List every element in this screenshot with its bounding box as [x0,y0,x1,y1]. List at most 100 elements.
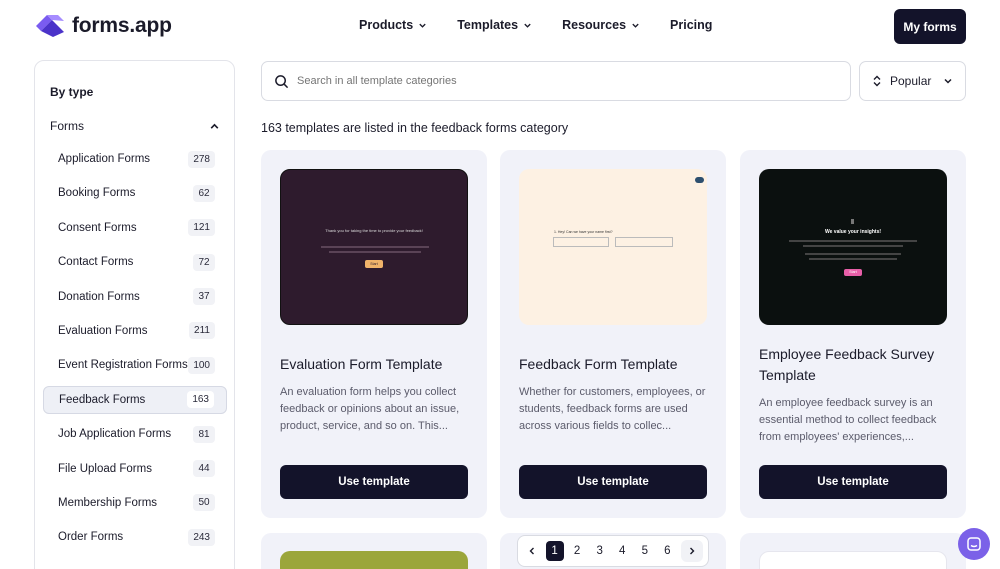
template-preview-image: We value your insights! Start [759,169,947,325]
nav-resources[interactable]: Resources [562,18,640,32]
template-preview-image: 1. Hey! Can we have your name first? [519,169,707,325]
sort-icon [873,75,881,87]
chat-icon [967,537,981,551]
template-description: An employee feedback survey is an essent… [759,397,937,443]
preview-line [809,258,897,260]
preview-heading: We value your insights! [824,229,882,235]
sidebar-item-label: Contact Forms [58,256,134,269]
sidebar-item-order-forms[interactable]: Order Forms 243 [43,523,227,551]
page-3-button[interactable]: 3 [591,541,609,561]
my-forms-button[interactable]: My forms [894,9,966,44]
template-description: An evaluation form helps you collect fee… [280,386,460,432]
logo[interactable]: forms.app [34,12,172,40]
category-sidebar: By type Forms Application Forms 278 Booki… [34,60,235,569]
chat-launcher-button[interactable] [958,528,990,560]
use-template-button[interactable]: Use template [280,465,468,499]
sidebar-item-event-registration-forms[interactable]: Event Registration Forms 100 [43,351,227,379]
template-card[interactable]: 1. Hey! Can we have your name first? Fee… [500,150,726,518]
template-card[interactable] [261,533,487,569]
template-card[interactable]: We value your insights! Start Employee F… [740,150,966,518]
sidebar-item-label: Event Registration Forms [58,359,188,372]
preview-start-button: Start [365,260,383,268]
template-count-text: 163 templates are listed in the feedback… [261,121,569,135]
nav-pricing-label: Pricing [670,18,713,32]
sidebar-item-label: Order Forms [58,531,124,544]
template-title: Evaluation Form Template [280,356,443,372]
chevron-down-icon [419,23,426,28]
page-6-button[interactable]: 6 [658,541,676,561]
search-bar[interactable] [261,61,851,101]
by-type-heading: By type [50,85,94,99]
sidebar-item-donation-forms[interactable]: Donation Forms 37 [43,283,227,311]
chevron-left-icon [529,547,534,555]
sidebar-item-contact-forms[interactable]: Contact Forms 72 [43,248,227,276]
page-4-button[interactable]: 4 [613,541,631,561]
sidebar-item-count: 163 [187,391,214,409]
chevron-right-icon [689,547,695,555]
sidebar-item-count: 100 [188,356,215,374]
sidebar-item-file-upload-forms[interactable]: File Upload Forms 44 [43,455,227,483]
template-card[interactable] [740,533,966,569]
toggle-icon [695,177,704,183]
template-card[interactable]: Thank you for taking the time to provide… [261,150,487,518]
sidebar-item-job-application-forms[interactable]: Job Application Forms 81 [43,420,227,448]
nav-resources-label: Resources [562,18,627,32]
sidebar-item-label: Job Application Forms [58,428,172,441]
main-nav: Products Templates Resources Pricing [359,18,742,32]
sidebar-item-feedback-forms[interactable]: Feedback Forms 163 [43,385,227,414]
page-5-button[interactable]: 5 [636,541,654,561]
nav-templates[interactable]: Templates [457,18,532,32]
page-1-button[interactable]: 1 [545,541,564,561]
sidebar-item-count: 62 [193,184,215,202]
use-template-button[interactable]: Use template [519,465,707,499]
sidebar-item-evaluation-forms[interactable]: Evaluation Forms 211 [43,317,227,345]
sidebar-item-count: 50 [193,494,215,512]
preview-icon [851,219,854,224]
sidebar-item-label: Evaluation Forms [58,324,148,337]
sidebar-item-booking-forms[interactable]: Booking Forms 62 [43,179,227,207]
pagination: 1 2 3 4 5 6 [517,535,709,567]
sort-label: Popular [890,74,932,88]
preview-start-button: Start [844,269,862,276]
nav-products-label: Products [359,18,414,32]
sidebar-item-consent-forms[interactable]: Consent Forms 121 [43,214,227,242]
search-icon [275,74,289,88]
category-list: Application Forms 278 Booking Forms 62 Con… [43,145,227,558]
forms-group-toggle[interactable]: Forms [50,119,220,133]
nav-products[interactable]: Products [359,18,427,32]
sidebar-item-membership-forms[interactable]: Membership Forms 50 [43,489,227,517]
sidebar-item-label: Application Forms [58,153,151,165]
preview-line [789,240,917,242]
preview-line [803,245,903,247]
sidebar-item-label: Booking Forms [58,187,136,200]
preview-heading: Thank you for taking the time to provide… [325,228,423,233]
template-preview-image [759,551,947,569]
forms-group-label: Forms [50,119,84,133]
chevron-down-icon [944,78,952,84]
header: forms.app Products Templates Resources P… [0,0,1000,54]
next-page-button[interactable] [680,540,703,562]
chevron-up-icon [210,123,219,129]
logo-text: forms.app [72,14,172,37]
sidebar-item-label: File Upload Forms [58,462,152,475]
nav-templates-label: Templates [457,18,519,32]
prev-page-button[interactable] [523,541,541,561]
sidebar-item-label: Donation Forms [58,290,140,303]
preview-line [321,246,429,248]
nav-pricing[interactable]: Pricing [670,18,712,32]
sidebar-item-application-forms[interactable]: Application Forms 278 [43,145,227,173]
preview-line [805,253,901,255]
sidebar-item-label: Feedback Forms [59,393,146,406]
sort-dropdown[interactable]: Popular [859,61,966,101]
chevron-down-icon [632,23,639,28]
forms-app-logo-icon [36,15,64,37]
template-description: Whether for customers, employees, or stu… [519,386,706,432]
sidebar-item-count: 211 [189,322,215,340]
use-template-button[interactable]: Use template [759,465,947,499]
sidebar-item-count: 37 [193,288,215,306]
page-2-button[interactable]: 2 [568,541,586,561]
search-input[interactable] [297,75,797,87]
template-preview-image [280,551,468,569]
template-preview-image: Thank you for taking the time to provide… [280,169,468,325]
sidebar-item-count: 72 [193,253,215,271]
